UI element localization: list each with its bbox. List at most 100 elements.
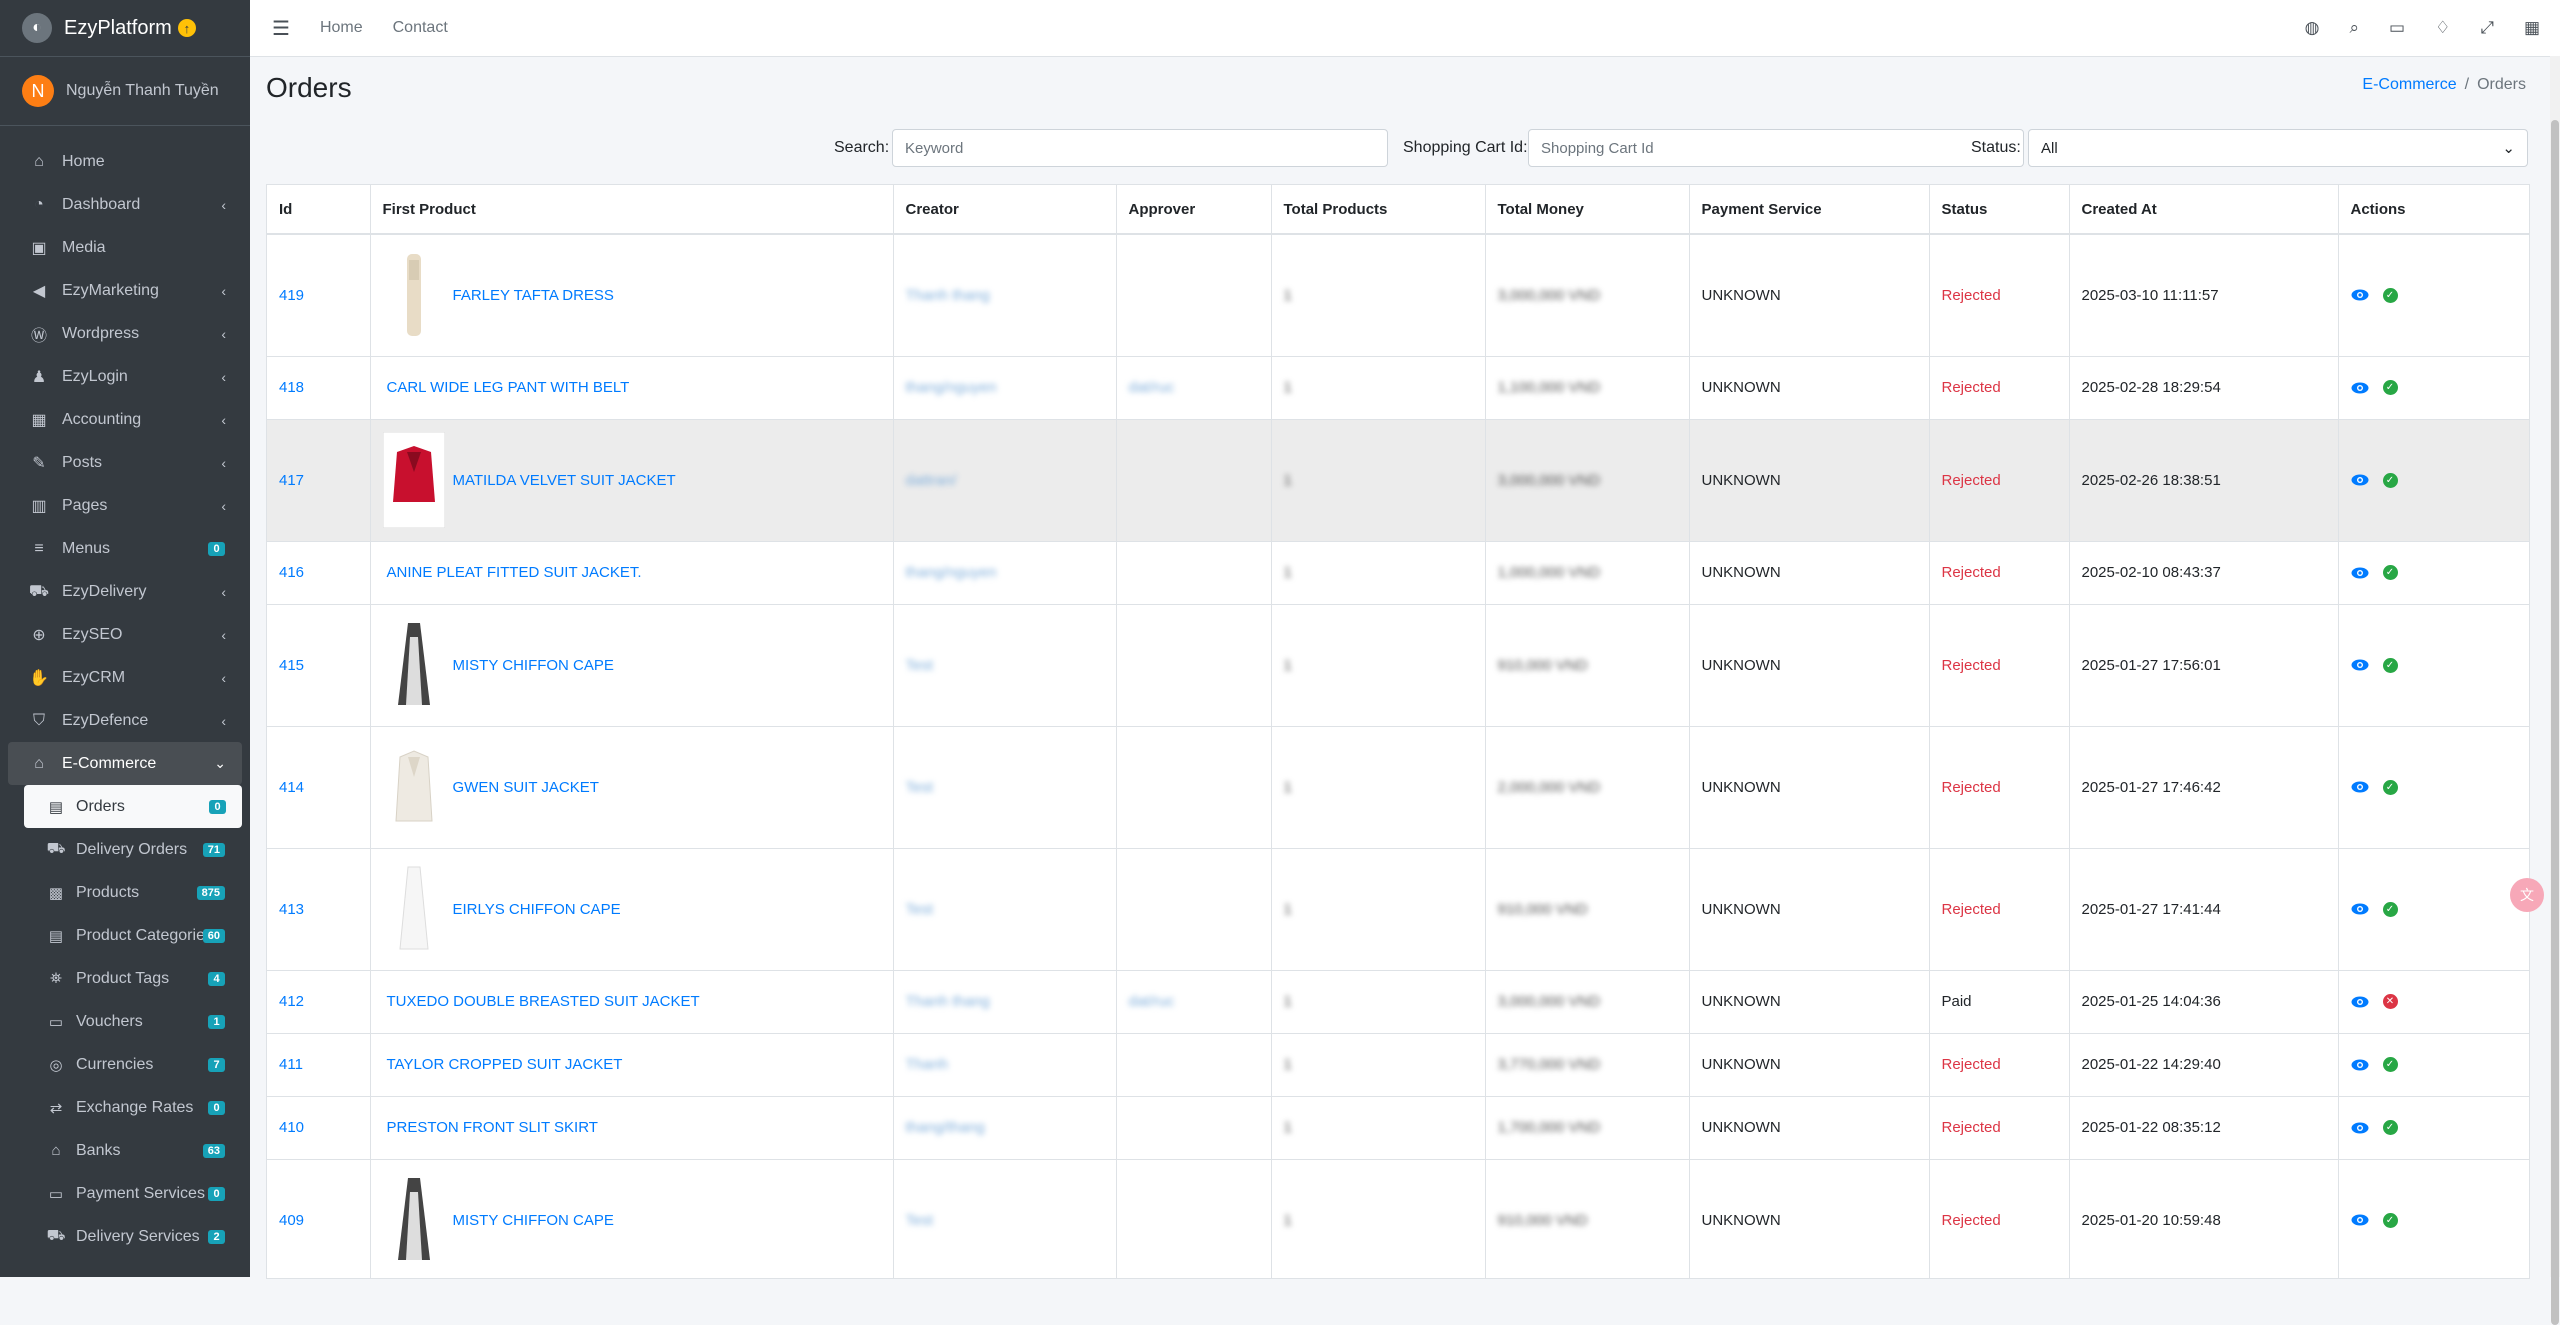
sidebar-subitem-exchange-rates[interactable]: ⇄ Exchange Rates 0 — [0, 1086, 250, 1129]
approve-icon[interactable]: ✓ — [2382, 1120, 2398, 1135]
sidebar-item-ezydelivery[interactable]: ⛟ EzyDelivery ‹ — [0, 570, 250, 613]
sidebar-item-media[interactable]: ▣ Media — [0, 226, 250, 269]
order-id-link[interactable]: 414 — [279, 779, 304, 796]
approve-icon[interactable]: ✓ — [2382, 1212, 2398, 1228]
col-approver[interactable]: Approver — [1116, 185, 1272, 235]
reject-icon[interactable]: ✕ — [2382, 994, 2398, 1009]
product-link[interactable]: FARLEY TAFTA DRESS — [453, 287, 614, 304]
page-scrollbar[interactable] — [2550, 56, 2560, 1325]
approve-icon[interactable]: ✓ — [2382, 380, 2398, 395]
col-total-money[interactable]: Total Money — [1485, 185, 1690, 235]
approve-icon[interactable]: ✓ — [2382, 657, 2398, 673]
table-row[interactable]: 417 MATILDA VELVET SUIT JACKET dattran/1 3,… — [267, 418, 2529, 541]
sidebar-item-ezylogin[interactable]: ♟ EzyLogin ‹ — [0, 355, 250, 398]
product-link[interactable]: ANINE PLEAT FITTED SUIT JACKET. — [387, 564, 642, 581]
search-input[interactable]: Keyword — [892, 129, 1388, 167]
sidebar-subitem-delivery-orders[interactable]: ⛟ Delivery Orders 71 — [0, 828, 250, 871]
table-row[interactable]: 419 FARLEY TAFTA DRESS Thanh thang 1 3,000,0… — [267, 233, 2529, 356]
search-icon[interactable]: ⌕ — [2349, 18, 2359, 38]
view-eye-icon[interactable] — [2351, 1214, 2369, 1226]
sidebar-subitem-vouchers[interactable]: ▭ Vouchers 1 — [0, 1000, 250, 1043]
fullscreen-icon[interactable]: ⤢ — [2480, 18, 2494, 38]
order-id-link[interactable]: 410 — [279, 1119, 304, 1136]
creator-link[interactable]: Test — [906, 657, 934, 674]
col-creator[interactable]: Creator — [893, 185, 1117, 235]
order-id-link[interactable]: 413 — [279, 901, 304, 918]
creator-link[interactable]: Thanh thang — [906, 287, 990, 304]
creator-link[interactable]: thang/nguyen — [906, 564, 997, 581]
approver-link[interactable]: dat/ruc — [1129, 379, 1175, 396]
table-row[interactable]: 411 TAYLOR CROPPED SUIT JACKET Thanh 1 3,770… — [267, 1032, 2529, 1096]
order-id-link[interactable]: 419 — [279, 287, 304, 304]
creator-link[interactable]: Test — [906, 901, 934, 918]
product-link[interactable]: MATILDA VELVET SUIT JACKET — [453, 472, 676, 489]
approve-icon[interactable]: ✓ — [2382, 472, 2398, 488]
order-id-link[interactable]: 418 — [279, 379, 304, 396]
col-id[interactable]: Id — [267, 185, 371, 235]
brand[interactable]: ◐ EzyPlatform ↑ — [0, 0, 250, 57]
sidebar-item-ecommerce[interactable]: ⌂ E-Commerce ⌄ — [8, 742, 242, 785]
creator-link[interactable]: thang/nguyen — [906, 379, 997, 396]
view-eye-icon[interactable] — [2351, 996, 2369, 1008]
nav-link-home[interactable]: Home — [320, 19, 363, 37]
table-row[interactable]: 416 ANINE PLEAT FITTED SUIT JACKET. thang/… — [267, 540, 2529, 604]
nav-link-contact[interactable]: Contact — [393, 19, 448, 37]
table-row[interactable]: 412 TUXEDO DOUBLE BREASTED SUIT JACKET Tha… — [267, 969, 2529, 1033]
product-link[interactable]: CARL WIDE LEG PANT WITH BELT — [387, 379, 630, 396]
approve-icon[interactable]: ✓ — [2382, 565, 2398, 580]
view-eye-icon[interactable] — [2351, 382, 2369, 394]
user-panel[interactable]: N Nguyễn Thanh Tuyền — [0, 57, 250, 126]
translate-icon[interactable]: 文 — [2510, 878, 2544, 912]
approve-icon[interactable]: ✓ — [2382, 287, 2398, 303]
product-link[interactable]: TAYLOR CROPPED SUIT JACKET — [387, 1056, 623, 1073]
sidebar-subitem-banks[interactable]: ⌂ Banks 63 — [0, 1129, 250, 1172]
product-link[interactable]: GWEN SUIT JACKET — [453, 779, 599, 796]
creator-link[interactable]: thang/thang — [906, 1119, 985, 1136]
table-row[interactable]: 413 EIRLYS CHIFFON CAPE Test 1 910,000 VND UN… — [267, 847, 2529, 970]
sidebar-subitem-product-categories[interactable]: ▤ Product Categories 60 — [0, 914, 250, 957]
sidebar-item-home[interactable]: ⌂ Home — [0, 140, 250, 183]
approve-icon[interactable]: ✓ — [2382, 1057, 2398, 1072]
bell-icon[interactable]: ♢ — [2435, 18, 2450, 38]
product-link[interactable]: PRESTON FRONT SLIT SKIRT — [387, 1119, 598, 1136]
sidebar-subitem-product-tags[interactable]: ⛯ Product Tags 4 — [0, 957, 250, 1000]
approver-link[interactable]: dat/ruc — [1129, 993, 1175, 1010]
table-row[interactable]: 414 GWEN SUIT JACKET Test 1 2,000,000 VND UNK… — [267, 725, 2529, 848]
scroll-thumb[interactable] — [2551, 120, 2559, 1325]
view-eye-icon[interactable] — [2351, 474, 2369, 486]
order-id-link[interactable]: 409 — [279, 1212, 304, 1229]
sidebar-subitem-payment-services[interactable]: ▭ Payment Services 0 — [0, 1172, 250, 1215]
table-row[interactable]: 409 MISTY CHIFFON CAPE Test 1 910,000 VND UNK… — [267, 1158, 2529, 1278]
grid-icon[interactable]: ▦ — [2524, 18, 2540, 38]
view-eye-icon[interactable] — [2351, 903, 2369, 915]
comments-icon[interactable]: ▭ — [2389, 18, 2405, 38]
status-select[interactable]: All ⌄ — [2028, 129, 2528, 167]
order-id-link[interactable]: 412 — [279, 993, 304, 1010]
sidebar-item-pages[interactable]: ▥ Pages ‹ — [0, 484, 250, 527]
sidebar-item-ezydefence[interactable]: ⛉ EzyDefence ‹ — [0, 699, 250, 742]
sidebar-item-menus[interactable]: ≡ Menus 0 — [0, 527, 250, 570]
product-link[interactable]: EIRLYS CHIFFON CAPE — [453, 901, 621, 918]
creator-link[interactable]: Thanh — [906, 1056, 949, 1073]
order-id-link[interactable]: 416 — [279, 564, 304, 581]
col-first-product[interactable]: First Product — [370, 185, 894, 235]
product-link[interactable]: MISTY CHIFFON CAPE — [453, 1212, 614, 1229]
table-row[interactable]: 415 MISTY CHIFFON CAPE Test 1 910,000 VND UNK… — [267, 603, 2529, 726]
table-row[interactable]: 410 PRESTON FRONT SLIT SKIRT thang/thang 1 1… — [267, 1095, 2529, 1159]
sidebar-subitem-delivery-services[interactable]: ⛟ Delivery Services 2 — [0, 1215, 250, 1258]
user-name[interactable]: Nguyễn Thanh Tuyền — [66, 82, 219, 100]
col-payment-service[interactable]: Payment Service — [1689, 185, 1930, 235]
view-eye-icon[interactable] — [2351, 567, 2369, 579]
breadcrumb-ecommerce-link[interactable]: E-Commerce — [2362, 76, 2456, 93]
sidebar-item-ezycrm[interactable]: ✋ EzyCRM ‹ — [0, 656, 250, 699]
sidebar-subitem-products[interactable]: ▩ Products 875 — [0, 871, 250, 914]
sidebar-item-posts[interactable]: ✎ Posts ‹ — [0, 441, 250, 484]
approve-icon[interactable]: ✓ — [2382, 779, 2398, 795]
sidebar-subitem-currencies[interactable]: ◎ Currencies 7 — [0, 1043, 250, 1086]
order-id-link[interactable]: 417 — [279, 472, 304, 489]
creator-link[interactable]: Thanh thang — [906, 993, 990, 1010]
sidebar-item-wordpress[interactable]: Ⓦ Wordpress ‹ — [0, 312, 250, 355]
cart-id-input[interactable]: Shopping Cart Id — [1528, 129, 2024, 167]
table-row[interactable]: 418 CARL WIDE LEG PANT WITH BELT thang/ngu… — [267, 355, 2529, 419]
creator-link[interactable]: dattran/ — [906, 472, 957, 489]
